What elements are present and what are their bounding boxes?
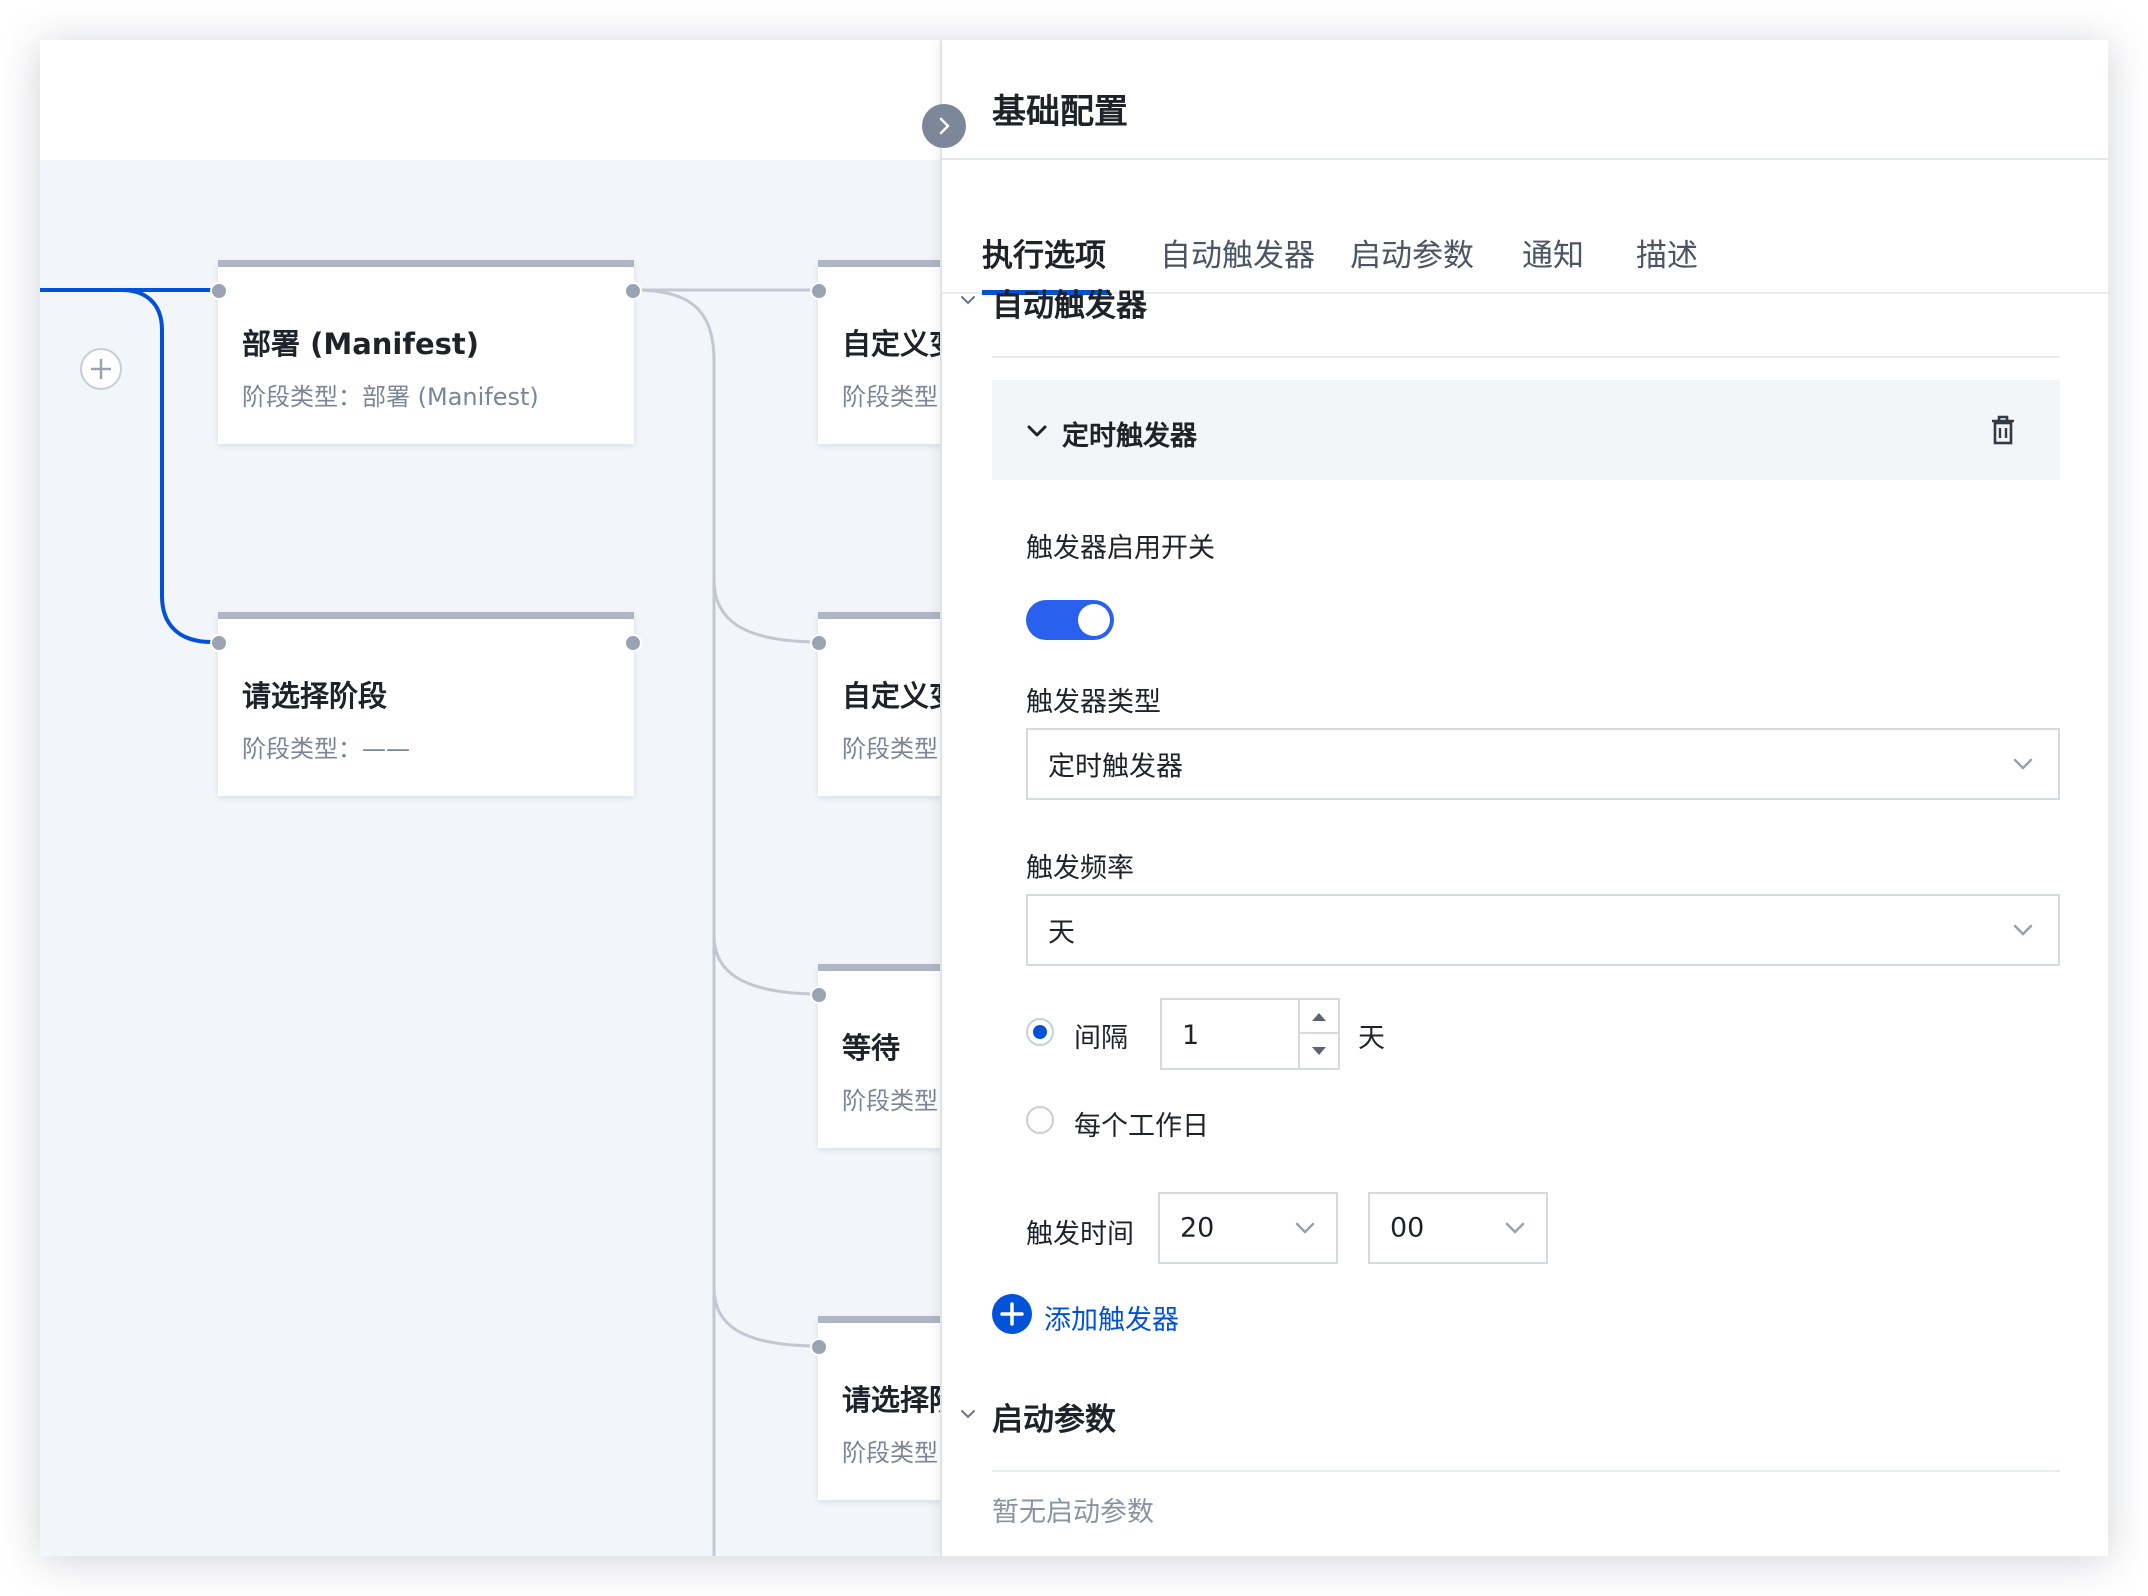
trigger-card-title: 定时触发器 xyxy=(1062,421,1197,452)
chevron-down-icon xyxy=(1505,1222,1525,1234)
workday-radio[interactable] xyxy=(1026,1106,1054,1134)
hour-select[interactable]: 20 xyxy=(1158,1192,1338,1264)
app-window: 部署 (Manifest) 阶段类型：部署 (Manifest) 请选择阶段 阶… xyxy=(40,40,2108,1556)
pipeline-canvas[interactable]: 部署 (Manifest) 阶段类型：部署 (Manifest) 请选择阶段 阶… xyxy=(40,160,1234,1556)
hour-value: 20 xyxy=(1180,1212,1215,1244)
stepper-down-button[interactable] xyxy=(1300,1034,1338,1068)
collapse-panel-button[interactable] xyxy=(922,104,966,148)
tab-auto-triggers[interactable]: 自动触发器 xyxy=(1160,230,1315,275)
chevron-down-icon xyxy=(2013,924,2033,936)
interval-label: 间隔 xyxy=(1074,1023,1128,1054)
minute-select[interactable]: 00 xyxy=(1368,1192,1548,1264)
enable-switch-label: 触发器启用开关 xyxy=(1026,533,1215,564)
add-stage-button[interactable] xyxy=(80,348,122,390)
caret-up-icon xyxy=(1312,1013,1326,1021)
trigger-time-label: 触发时间 xyxy=(1026,1219,1134,1250)
interval-unit: 天 xyxy=(1358,1023,1385,1054)
stage-card-type: 阶段类型 xyxy=(842,383,938,411)
divider xyxy=(992,356,2060,358)
caret-down-icon xyxy=(1312,1047,1326,1055)
interval-stepper[interactable]: 1 xyxy=(1160,998,1340,1070)
stage-card-title: 请选择阶段 xyxy=(242,679,388,713)
stepper-controls xyxy=(1298,1000,1338,1068)
trigger-type-label: 触发器类型 xyxy=(1026,687,1161,718)
panel-title: 基础配置 xyxy=(992,92,1128,132)
plus-circle-icon xyxy=(992,1294,1032,1334)
plus-icon xyxy=(91,359,111,379)
frequency-label: 触发频率 xyxy=(1026,853,1134,884)
branch-line xyxy=(712,579,821,644)
stepper-up-button[interactable] xyxy=(1300,1000,1338,1034)
tab-execution-options[interactable]: 执行选项 xyxy=(982,230,1106,275)
connector-dot[interactable] xyxy=(810,1338,828,1356)
chevron-down-icon[interactable] xyxy=(958,290,978,310)
config-panel: 基础配置 执行选项 自动触发器 启动参数 通知 描述 自动触发器 定时触发器 触… xyxy=(940,40,2108,1556)
stage-card-select[interactable]: 请选择阶段 阶段类型：—— xyxy=(218,612,634,796)
chevron-down-icon xyxy=(1295,1222,1315,1234)
stage-card-deploy[interactable]: 部署 (Manifest) 阶段类型：部署 (Manifest) xyxy=(218,260,634,444)
connector-dot[interactable] xyxy=(210,282,228,300)
connector-dot[interactable] xyxy=(810,282,828,300)
tab-bar: 执行选项 自动触发器 启动参数 通知 描述 xyxy=(942,160,2108,295)
branch-line xyxy=(712,1287,821,1348)
trigger-card-header[interactable]: 定时触发器 xyxy=(992,380,2060,480)
stage-card-type: 阶段类型 xyxy=(842,1439,938,1467)
stage-card-type: 阶段类型 xyxy=(842,735,938,763)
frequency-select[interactable]: 天 xyxy=(1026,894,2060,966)
add-trigger-label: 添加触发器 xyxy=(1044,1305,1179,1336)
tab-notifications[interactable]: 通知 xyxy=(1522,230,1584,275)
tab-launch-params[interactable]: 启动参数 xyxy=(1350,230,1474,275)
connector-dot[interactable] xyxy=(210,634,228,652)
chevron-right-icon xyxy=(939,117,950,135)
active-branch-line xyxy=(121,288,213,644)
stage-card-type: 阶段类型：部署 (Manifest) xyxy=(242,383,539,411)
interval-value: 1 xyxy=(1182,1020,1200,1051)
minute-value: 00 xyxy=(1390,1212,1425,1244)
toggle-knob xyxy=(1078,604,1110,636)
trigger-type-select[interactable]: 定时触发器 xyxy=(1026,728,2060,800)
connector-dot[interactable] xyxy=(810,986,828,1004)
chevron-down-icon xyxy=(1027,425,1047,437)
connector-dot[interactable] xyxy=(624,282,642,300)
trigger-enable-toggle[interactable] xyxy=(1026,600,1114,640)
trunk-line xyxy=(634,288,716,1556)
connector-dot[interactable] xyxy=(624,634,642,652)
stage-card-type: 阶段类型：—— xyxy=(242,735,410,763)
connector-dot[interactable] xyxy=(810,634,828,652)
branch-line xyxy=(712,935,821,996)
frequency-value: 天 xyxy=(1048,917,1075,949)
empty-params-text: 暂无启动参数 xyxy=(992,1497,1154,1528)
chevron-down-icon[interactable] xyxy=(958,1404,978,1424)
trigger-type-value: 定时触发器 xyxy=(1048,751,1183,783)
stage-card-title: 等待 xyxy=(842,1031,901,1065)
trash-icon[interactable] xyxy=(1988,414,2018,446)
canvas-toolbar xyxy=(40,40,940,160)
section-title-triggers: 自动触发器 xyxy=(992,288,1147,324)
divider xyxy=(992,1470,2060,1472)
chevron-down-icon xyxy=(2013,758,2033,770)
tab-description[interactable]: 描述 xyxy=(1636,230,1698,275)
section-title-params: 启动参数 xyxy=(992,1402,1116,1438)
stage-card-type: 阶段类型 xyxy=(842,1087,938,1115)
workday-label: 每个工作日 xyxy=(1074,1111,1209,1142)
interval-radio[interactable] xyxy=(1026,1018,1054,1046)
stage-card-title: 部署 (Manifest) xyxy=(242,327,480,361)
